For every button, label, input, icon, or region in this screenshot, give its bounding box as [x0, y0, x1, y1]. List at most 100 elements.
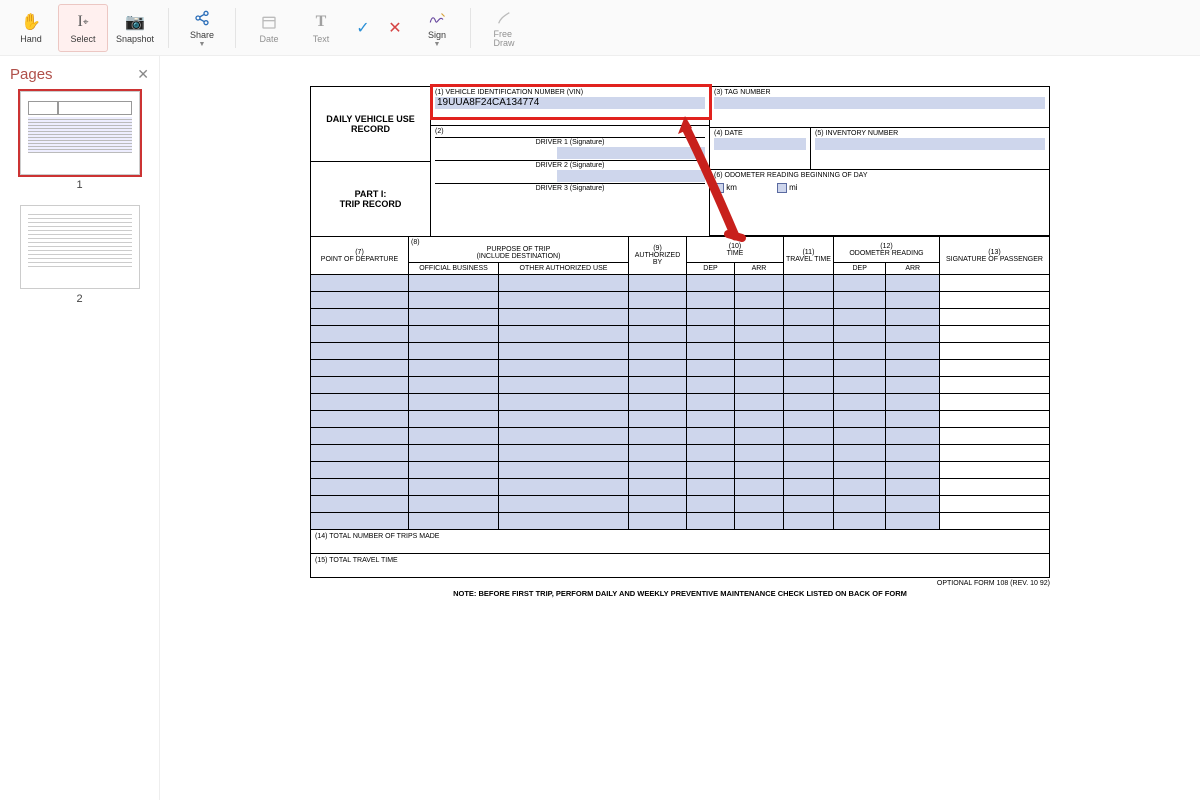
table-cell[interactable] — [940, 479, 1050, 496]
table-cell[interactable] — [833, 377, 886, 394]
table-cell[interactable] — [833, 292, 886, 309]
mi-checkbox[interactable] — [777, 183, 787, 193]
km-checkbox[interactable] — [714, 183, 724, 193]
table-cell[interactable] — [687, 292, 735, 309]
table-cell[interactable] — [687, 343, 735, 360]
table-cell[interactable] — [499, 275, 629, 292]
table-cell[interactable] — [833, 428, 886, 445]
table-cell[interactable] — [629, 309, 687, 326]
table-cell[interactable] — [940, 377, 1050, 394]
table-cell[interactable] — [735, 462, 784, 479]
table-cell[interactable] — [833, 275, 886, 292]
table-cell[interactable] — [499, 377, 629, 394]
table-cell[interactable] — [629, 326, 687, 343]
table-cell[interactable] — [687, 360, 735, 377]
table-cell[interactable] — [629, 343, 687, 360]
table-cell[interactable] — [499, 326, 629, 343]
table-cell[interactable] — [735, 343, 784, 360]
table-cell[interactable] — [833, 326, 886, 343]
table-cell[interactable] — [629, 479, 687, 496]
table-cell[interactable] — [783, 394, 833, 411]
table-cell[interactable] — [409, 496, 499, 513]
table-cell[interactable] — [783, 326, 833, 343]
table-cell[interactable] — [629, 513, 687, 530]
hand-tool[interactable]: ✋ Hand — [6, 4, 56, 52]
table-cell[interactable] — [629, 394, 687, 411]
table-cell[interactable] — [629, 462, 687, 479]
table-cell[interactable] — [687, 462, 735, 479]
table-cell[interactable] — [783, 411, 833, 428]
table-cell[interactable] — [311, 445, 409, 462]
table-cell[interactable] — [886, 445, 940, 462]
table-cell[interactable] — [499, 428, 629, 445]
table-cell[interactable] — [735, 360, 784, 377]
table-cell[interactable] — [886, 513, 940, 530]
snapshot-tool[interactable]: 📷 Snapshot — [110, 4, 160, 52]
close-panel-icon[interactable]: ✕ — [137, 66, 149, 83]
table-cell[interactable] — [833, 479, 886, 496]
table-cell[interactable] — [409, 377, 499, 394]
table-cell[interactable] — [311, 377, 409, 394]
text-tool[interactable]: T Text — [296, 4, 346, 52]
table-cell[interactable] — [409, 479, 499, 496]
table-cell[interactable] — [311, 496, 409, 513]
table-cell[interactable] — [409, 326, 499, 343]
select-tool[interactable]: I⌖ Select — [58, 4, 108, 52]
table-cell[interactable] — [940, 343, 1050, 360]
table-cell[interactable] — [629, 360, 687, 377]
table-cell[interactable] — [886, 377, 940, 394]
table-cell[interactable] — [499, 479, 629, 496]
table-cell[interactable] — [886, 275, 940, 292]
table-cell[interactable] — [499, 462, 629, 479]
table-cell[interactable] — [499, 513, 629, 530]
table-cell[interactable] — [687, 479, 735, 496]
table-cell[interactable] — [886, 309, 940, 326]
table-cell[interactable] — [687, 428, 735, 445]
table-cell[interactable] — [687, 326, 735, 343]
table-cell[interactable] — [940, 428, 1050, 445]
table-cell[interactable] — [687, 309, 735, 326]
date-tool[interactable]: Date — [244, 4, 294, 52]
table-cell[interactable] — [311, 462, 409, 479]
vin-field[interactable]: 19UUA8F24CA134774 — [435, 97, 705, 109]
table-cell[interactable] — [629, 292, 687, 309]
table-cell[interactable] — [311, 360, 409, 377]
table-cell[interactable] — [409, 343, 499, 360]
table-cell[interactable] — [833, 343, 886, 360]
document-viewer[interactable]: DAILY VEHICLE USE RECORD PART I: TRIP RE… — [160, 56, 1200, 800]
table-cell[interactable] — [629, 428, 687, 445]
table-cell[interactable] — [409, 292, 499, 309]
table-cell[interactable] — [783, 275, 833, 292]
table-cell[interactable] — [629, 377, 687, 394]
table-cell[interactable] — [735, 377, 784, 394]
table-cell[interactable] — [311, 394, 409, 411]
table-cell[interactable] — [783, 292, 833, 309]
page-thumbnail-1[interactable] — [20, 91, 140, 175]
table-cell[interactable] — [783, 377, 833, 394]
table-cell[interactable] — [629, 445, 687, 462]
table-cell[interactable] — [833, 445, 886, 462]
table-cell[interactable] — [940, 326, 1050, 343]
table-cell[interactable] — [783, 309, 833, 326]
table-cell[interactable] — [886, 462, 940, 479]
table-cell[interactable] — [886, 292, 940, 309]
inventory-field[interactable] — [815, 138, 1045, 150]
table-cell[interactable] — [940, 513, 1050, 530]
table-cell[interactable] — [409, 309, 499, 326]
table-cell[interactable] — [783, 513, 833, 530]
table-cell[interactable] — [311, 513, 409, 530]
table-cell[interactable] — [499, 394, 629, 411]
table-cell[interactable] — [833, 462, 886, 479]
table-cell[interactable] — [409, 513, 499, 530]
table-cell[interactable] — [409, 411, 499, 428]
table-cell[interactable] — [409, 428, 499, 445]
table-cell[interactable] — [409, 360, 499, 377]
table-cell[interactable] — [687, 411, 735, 428]
table-cell[interactable] — [735, 496, 784, 513]
table-cell[interactable] — [687, 377, 735, 394]
table-cell[interactable] — [311, 479, 409, 496]
table-cell[interactable] — [629, 496, 687, 513]
table-cell[interactable] — [833, 394, 886, 411]
x-tool[interactable]: ✕ — [380, 4, 410, 52]
sign-tool[interactable]: Sign ▼ — [412, 4, 462, 52]
